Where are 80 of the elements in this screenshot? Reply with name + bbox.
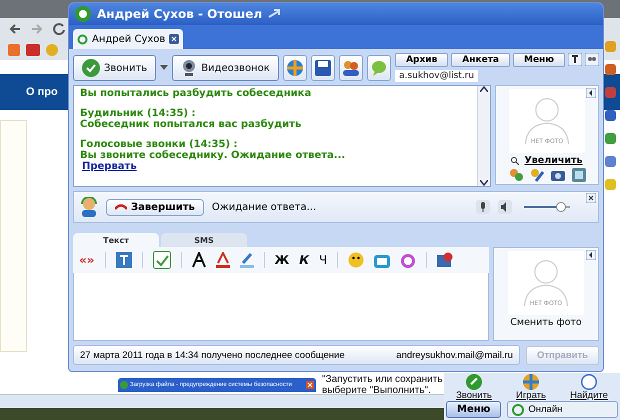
edit-contact-icon[interactable] <box>530 168 544 182</box>
menu-button[interactable]: Меню <box>446 401 502 418</box>
online-status-icon <box>512 404 524 416</box>
notice-text: выберите "Выполнить". <box>322 385 432 396</box>
horizontal-scrollbar[interactable] <box>0 394 444 408</box>
input-tab[interactable]: Текст <box>73 233 159 247</box>
chat-tab[interactable]: Андрей Сухов <box>73 29 184 49</box>
agent-logo-icon <box>75 6 91 22</box>
call-status: Ожидание ответа... <box>212 202 316 212</box>
message-header: Голосовые звонки (14:35) : <box>80 139 239 150</box>
call-button[interactable]: Звонить <box>73 55 156 81</box>
globe-button[interactable] <box>282 55 307 81</box>
agent-action[interactable]: Звонить <box>456 374 492 401</box>
camera-icon[interactable] <box>550 168 564 182</box>
operator-avatar-icon <box>80 197 98 217</box>
font-button-icon[interactable] <box>568 53 582 66</box>
app-icon[interactable] <box>604 109 617 122</box>
format-button[interactable]: Ч <box>319 253 328 267</box>
text-color-icon[interactable] <box>216 252 230 268</box>
tv-icon[interactable] <box>374 252 390 268</box>
banner-heading: О про <box>26 86 58 98</box>
scroll-down-icon <box>480 180 488 186</box>
message-header: Будильник (14:35) : <box>80 108 197 119</box>
status-selector[interactable]: Онлайн <box>507 401 618 418</box>
speech-bubble-icon <box>371 60 388 76</box>
close-icon[interactable] <box>586 193 596 203</box>
people-icon <box>342 60 360 76</box>
hang-up-icon <box>115 204 127 210</box>
agent-action[interactable]: Найдите <box>570 374 608 401</box>
vertical-scrollbar[interactable] <box>477 86 490 186</box>
user-email: andreysukhov.mail@mail.ru <box>396 350 513 360</box>
speaker-icon[interactable] <box>498 200 512 214</box>
scroll-up-icon <box>480 86 488 92</box>
notice-text: "Запустить или сохранить <box>322 374 443 385</box>
input-tab[interactable]: SMS <box>161 233 247 247</box>
format-button[interactable]: Ж <box>274 253 290 267</box>
chat-button[interactable] <box>367 55 392 81</box>
back-arrow-icon[interactable] <box>8 22 22 36</box>
close-icon[interactable] <box>169 34 180 44</box>
end-call-button[interactable]: Завершить <box>106 198 204 216</box>
highlight-icon[interactable] <box>240 252 254 268</box>
last-message-info: 27 марта 2011 года в 14:34 получено последнее сообщение <box>80 350 345 360</box>
message-text: Вы попытались разбудить собеседника <box>80 88 312 99</box>
text-style-icon[interactable] <box>116 252 132 268</box>
zoom-link[interactable]: Увеличить <box>524 155 583 166</box>
header-button[interactable]: Анкета <box>451 53 510 67</box>
games-icon <box>522 374 539 390</box>
volume-slider[interactable] <box>524 202 570 212</box>
check-icon <box>82 59 100 77</box>
change-photo-label[interactable]: Сменить фото <box>510 317 582 328</box>
agent-action[interactable]: Играть <box>516 374 546 401</box>
reload-icon[interactable] <box>52 22 66 36</box>
save-button[interactable] <box>310 55 335 81</box>
dropdown-caret-icon[interactable] <box>160 65 168 71</box>
smiley-icon[interactable] <box>348 252 364 268</box>
pin-icon[interactable] <box>268 9 280 19</box>
magnifier-icon <box>511 156 520 164</box>
webcam-icon <box>181 59 198 77</box>
font-icon[interactable] <box>192 252 206 268</box>
header-button[interactable]: Архив <box>395 53 448 67</box>
message-input-field[interactable] <box>73 273 489 341</box>
format-button[interactable]: К <box>299 253 310 267</box>
header-button[interactable]: Меню <box>512 53 566 67</box>
contacts-button[interactable] <box>338 55 363 81</box>
message-text: Вы звоните собеседнику. Ожидание ответа... <box>80 150 346 161</box>
microphone-icon[interactable] <box>476 200 490 214</box>
window-title: Андрей Сухов - Отошел <box>97 7 262 21</box>
contact-email: a.sukhov@list.ru <box>395 70 478 82</box>
format-button[interactable]: «» <box>79 253 95 267</box>
people-icon[interactable] <box>508 168 522 182</box>
message-text: Собеседник попытался вас разбудить <box>80 119 302 130</box>
spellcheck-icon[interactable] <box>152 251 171 269</box>
cancel-link[interactable]: Прервать <box>82 161 137 172</box>
app-icon[interactable] <box>604 155 617 168</box>
app-icon[interactable] <box>604 63 617 76</box>
collapse-icon[interactable] <box>586 88 596 98</box>
video-call-button[interactable]: Видеозвонок <box>172 55 279 81</box>
users-button-icon[interactable] <box>585 53 600 66</box>
collapse-icon[interactable] <box>586 250 596 260</box>
photo-frame-icon[interactable] <box>572 168 586 182</box>
